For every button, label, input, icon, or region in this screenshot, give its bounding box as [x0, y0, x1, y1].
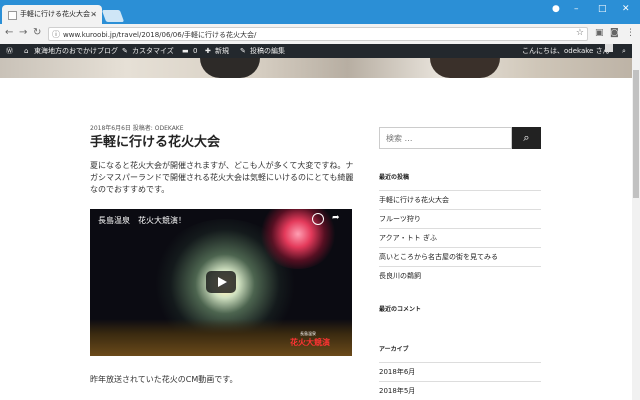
- archives-list: 2018年6月 2018年5月: [379, 362, 541, 400]
- browser-toolbar: ← → ↻ ⓘ www.kuroobi.jp/travel/2018/06/06…: [0, 24, 640, 45]
- recent-comments-title: 最近のコメント: [379, 306, 422, 313]
- brush-icon: ✎: [122, 47, 128, 55]
- video-title[interactable]: 長島温泉 花火大競演！: [98, 215, 186, 226]
- maximize-icon[interactable]: □: [598, 4, 607, 14]
- archives-title: アーカイブ: [379, 346, 409, 353]
- minimize-icon[interactable]: –: [574, 4, 579, 14]
- recent-posts-title: 最近の投稿: [379, 174, 410, 181]
- page-icon: [8, 11, 17, 20]
- video-caption: 花火大競演: [290, 338, 330, 347]
- list-item[interactable]: 長良川の鵜飼: [379, 266, 541, 285]
- video-embed[interactable]: 長島温泉 花火大競演！ ➦ 長島温泉 花火大競演: [90, 209, 352, 356]
- translate-icon[interactable]: ▣: [595, 28, 604, 38]
- search-widget: ⌕: [379, 127, 541, 149]
- admin-greeting[interactable]: こんにちは、odekake さん: [522, 44, 610, 58]
- browser-titlebar: 手軽に行ける花火大会 – 東 ✕ ● – □ ✕: [0, 0, 640, 37]
- back-icon[interactable]: ←: [5, 27, 13, 38]
- post-title: 手軽に行ける花火大会: [90, 135, 221, 150]
- plus-icon: ✚: [205, 47, 211, 55]
- admin-search-icon[interactable]: ⌕: [622, 44, 626, 58]
- admin-edit-post[interactable]: 投稿の編集: [250, 44, 285, 58]
- pencil-icon: ✎: [240, 47, 246, 55]
- scrollbar-thumb[interactable]: [633, 70, 639, 198]
- reload-icon[interactable]: ↻: [33, 27, 41, 38]
- list-item[interactable]: 手軽に行ける花火大会: [379, 190, 541, 209]
- admin-customize[interactable]: カスタマイズ: [132, 44, 174, 58]
- close-window-icon[interactable]: ✕: [622, 4, 630, 14]
- list-item[interactable]: 2018年6月: [379, 362, 541, 381]
- play-button[interactable]: [206, 271, 236, 293]
- camera-icon[interactable]: ◙: [610, 28, 619, 38]
- header-image-dark-shape: [200, 58, 260, 78]
- comment-count[interactable]: 0: [193, 44, 197, 58]
- new-tab-button[interactable]: [101, 10, 125, 22]
- close-tab-icon[interactable]: ✕: [90, 5, 97, 24]
- menu-icon[interactable]: ⋮: [626, 28, 635, 38]
- header-image: [0, 58, 632, 78]
- site-home-icon[interactable]: ⌂: [24, 44, 28, 58]
- browser-tab[interactable]: 手軽に行ける花火大会 – 東 ✕: [2, 5, 102, 37]
- list-item[interactable]: 2018年5月: [379, 381, 541, 400]
- post-footer-text: 昨年放送されていた花火のCM動画です。: [90, 375, 238, 384]
- admin-new[interactable]: 新規: [215, 44, 229, 58]
- search-button[interactable]: ⌕: [512, 127, 541, 149]
- forward-icon[interactable]: →: [19, 27, 27, 38]
- post-body: 夏になると花火大会が開催されますが、どこも人が多くて大変ですね。ナガシマスパーラ…: [90, 161, 354, 194]
- search-input[interactable]: [379, 127, 512, 149]
- wp-admin-bar: Ⓦ ⌂ 東海地方のおでかけブログ ✎ カスタマイズ ▬ 0 ✚ 新規 ✎ 投稿の…: [0, 44, 632, 58]
- address-bar[interactable]: ⓘ www.kuroobi.jp/travel/2018/06/06/手軽に行け…: [48, 27, 588, 41]
- profile-icon[interactable]: ●: [552, 4, 560, 14]
- search-icon: ⌕: [523, 131, 530, 144]
- url-text: www.kuroobi.jp/travel/2018/06/06/手軽に行ける花…: [63, 31, 257, 39]
- page-scrollbar[interactable]: [632, 44, 640, 400]
- wordpress-icon[interactable]: Ⓦ: [6, 44, 13, 58]
- list-item[interactable]: 高いところから名古屋の街を見てみる: [379, 247, 541, 266]
- comment-icon[interactable]: ▬: [182, 44, 189, 58]
- header-image-dark-shape: [430, 58, 500, 78]
- admin-site-name[interactable]: 東海地方のおでかけブログ: [34, 44, 118, 58]
- list-item[interactable]: フルーツ狩り: [379, 209, 541, 228]
- recent-posts-list: 手軽に行ける花火大会 フルーツ狩り アクア・トト ぎふ 高いところから名古屋の街…: [379, 190, 541, 285]
- watch-later-icon[interactable]: [312, 213, 324, 225]
- info-icon[interactable]: ⓘ: [52, 29, 60, 40]
- list-item[interactable]: アクア・トト ぎふ: [379, 228, 541, 247]
- share-icon[interactable]: ➦: [332, 213, 340, 223]
- bookmark-star-icon[interactable]: ☆: [576, 28, 584, 38]
